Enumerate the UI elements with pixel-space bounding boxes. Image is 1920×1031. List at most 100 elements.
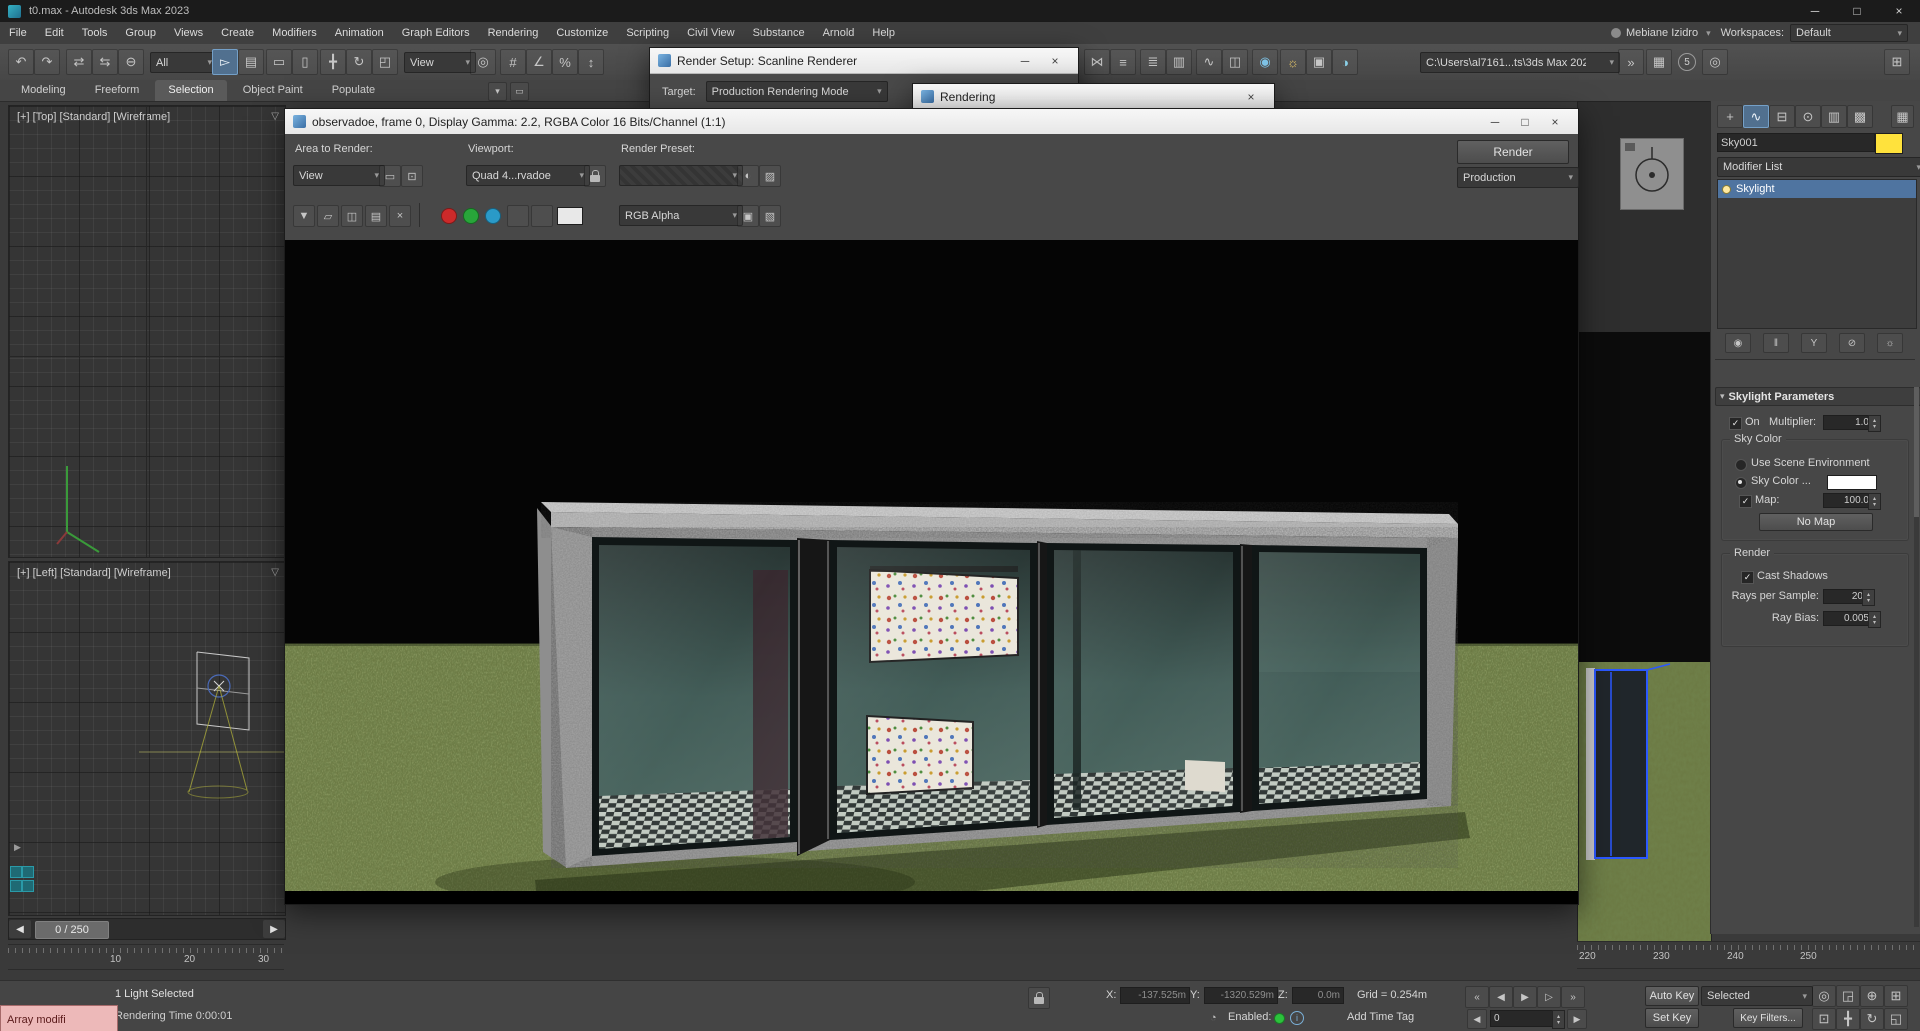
edit-region-icon[interactable]: ▭ xyxy=(379,165,401,187)
curve-editor-button[interactable]: ∿ xyxy=(1196,49,1222,75)
skylight-on-checkbox[interactable]: ✓ xyxy=(1729,417,1742,430)
select-and-rotate-button[interactable]: ↻ xyxy=(346,49,372,75)
zoom-icon[interactable]: ⊕ xyxy=(1860,985,1884,1007)
perspective-viewport-strip[interactable] xyxy=(1577,101,1712,943)
select-and-link-button[interactable]: ⇄ xyxy=(66,49,92,75)
project-path-dropdown[interactable]: C:\Users\al7161...ts\3ds Max 202 ▾ xyxy=(1420,52,1620,73)
align-button[interactable]: ≡ xyxy=(1110,49,1136,75)
rfw-minimize-button[interactable]: ─ xyxy=(1480,109,1510,134)
render-preset-dropdown[interactable]: ▾ xyxy=(619,165,743,186)
minimize-window-button[interactable]: ─ xyxy=(1794,0,1836,22)
viewport-dropdown[interactable]: Quad 4...rvadoe ▾ xyxy=(466,165,590,186)
track-bar-left[interactable]: 10 20 30 xyxy=(8,944,284,970)
object-name-field[interactable]: Sky001 xyxy=(1717,133,1875,152)
menu-edit[interactable]: Edit xyxy=(36,22,73,44)
menu-rendering[interactable]: Rendering xyxy=(479,22,548,44)
current-frame-spinner[interactable]: ▴ ▾ xyxy=(1552,1010,1565,1029)
unlink-selection-button[interactable]: ⇆ xyxy=(92,49,118,75)
rendering-dialog-title-bar[interactable]: Rendering × xyxy=(913,84,1274,110)
rfw-maximize-button[interactable]: □ xyxy=(1510,109,1540,134)
monochrome-toggle[interactable] xyxy=(531,205,553,227)
next-frame-button[interactable]: ▷ xyxy=(1537,986,1561,1008)
x-coordinate-field[interactable]: -137.525m xyxy=(1120,987,1190,1004)
use-center-button[interactable]: ◎ xyxy=(470,49,496,75)
use-scene-environment-radio[interactable] xyxy=(1735,459,1747,471)
display-tab-icon[interactable]: ▥ xyxy=(1821,105,1847,128)
lock-viewport-icon[interactable] xyxy=(584,165,606,187)
rays-per-sample-spinner[interactable]: ▴ ▾ xyxy=(1862,589,1875,606)
y-coordinate-field[interactable]: -1320.529m xyxy=(1204,987,1278,1004)
frame-back-button[interactable]: ◀ xyxy=(1467,1009,1487,1029)
auto-key-button[interactable]: Auto Key xyxy=(1645,986,1699,1006)
auto-region-icon[interactable]: ⊡ xyxy=(401,165,423,187)
color-swatch-save-icon[interactable]: ▣ xyxy=(737,205,759,227)
time-slider-handle[interactable]: 0 / 250 xyxy=(35,921,109,939)
rfw-close-button[interactable]: × xyxy=(1540,109,1570,134)
exposure-icon[interactable]: ▨ xyxy=(759,165,781,187)
clear-color-swatch[interactable] xyxy=(557,207,583,225)
viewport-top[interactable]: [+] [Top] [Standard] [Wireframe] ▽ xyxy=(8,105,286,558)
undo-button[interactable]: ↶ xyxy=(8,49,34,75)
show-end-result-icon[interactable]: ‖ xyxy=(1763,333,1789,353)
selection-filter-dropdown[interactable]: All ▾ xyxy=(150,52,218,73)
select-and-scale-button[interactable]: ◰ xyxy=(372,49,398,75)
orbit-icon[interactable]: ↻ xyxy=(1860,1008,1884,1030)
multiplier-field[interactable]: 1.0 xyxy=(1823,415,1873,430)
current-frame-field[interactable]: 0 xyxy=(1490,1010,1558,1027)
ray-bias-spinner[interactable]: ▴ ▾ xyxy=(1868,611,1881,628)
select-by-name-button[interactable]: ▤ xyxy=(238,49,264,75)
redo-button[interactable]: ↷ xyxy=(34,49,60,75)
environment-icon[interactable]: ◐ xyxy=(737,165,759,187)
key-filters-button[interactable]: Key Filters... xyxy=(1733,1008,1803,1028)
modifier-list-dropdown[interactable]: Modifier List ▾ xyxy=(1717,157,1920,177)
user-account-menu[interactable]: Mebiane Izidro xyxy=(1626,27,1698,39)
channel-display-dropdown[interactable]: RGB Alpha ▾ xyxy=(619,205,743,226)
percent-snap-toggle[interactable]: % xyxy=(552,49,578,75)
cast-shadows-checkbox[interactable]: ✓ xyxy=(1741,571,1754,584)
viewport-tab-flyout-icon[interactable]: ▶ xyxy=(14,842,21,853)
sky-color-swatch[interactable] xyxy=(1827,475,1877,490)
enabled-indicator[interactable] xyxy=(1274,1013,1285,1024)
ribbon-state-dropdown-icon[interactable]: ▾ xyxy=(488,82,507,101)
pan-icon[interactable]: ╋ xyxy=(1836,1008,1860,1030)
map-checkbox[interactable]: ✓ xyxy=(1739,495,1752,508)
select-object-button[interactable]: ▻ xyxy=(212,49,238,75)
layer-manager-button[interactable]: ≣ xyxy=(1140,49,1166,75)
info-icon[interactable]: i xyxy=(1290,1011,1304,1025)
ray-bias-field[interactable]: 0.005 xyxy=(1823,611,1873,626)
viewport-degradation-icon[interactable]: ▽ xyxy=(271,111,279,122)
close-rendering-button[interactable]: × xyxy=(1236,84,1266,109)
print-image-icon[interactable]: ▤ xyxy=(365,205,387,227)
motion-tab-icon[interactable]: ⊙ xyxy=(1795,105,1821,128)
skylight-parameters-rollout-header[interactable]: ▾ Skylight Parameters xyxy=(1715,387,1920,406)
alpha-channel-toggle[interactable] xyxy=(507,205,529,227)
modifier-stack[interactable]: Skylight xyxy=(1717,179,1917,329)
gamma-icon[interactable]: ▧ xyxy=(759,205,781,227)
time-slider-track[interactable]: 0 / 250 xyxy=(31,920,263,939)
viewport-left-label[interactable]: [+] [Left] [Standard] [Wireframe] xyxy=(17,567,171,579)
set-key-button[interactable]: Set Key xyxy=(1645,1008,1699,1028)
menu-create[interactable]: Create xyxy=(212,22,263,44)
frame-forward-button[interactable]: ▶ xyxy=(1567,1009,1587,1029)
time-slider-prev-button[interactable]: ◀ xyxy=(9,920,31,938)
ribbon-tab-freeform[interactable]: Freeform xyxy=(82,80,153,101)
clone-rfw-icon[interactable]: ◫ xyxy=(341,205,363,227)
previous-frame-button[interactable]: ◀ xyxy=(1489,986,1513,1008)
menu-help[interactable]: Help xyxy=(863,22,904,44)
modify-tab-icon[interactable]: ∿ xyxy=(1743,105,1769,128)
red-channel-toggle[interactable] xyxy=(441,208,457,224)
add-time-tag[interactable]: Add Time Tag xyxy=(1347,1011,1414,1023)
green-channel-toggle[interactable] xyxy=(463,208,479,224)
no-map-button[interactable]: No Map xyxy=(1759,513,1873,531)
object-color-swatch[interactable] xyxy=(1875,133,1903,154)
utilities-tab-icon[interactable]: ▩ xyxy=(1847,105,1873,128)
ribbon-pin-icon[interactable]: ▭ xyxy=(510,82,529,101)
isolate-toggle-button[interactable]: ◎ xyxy=(1702,49,1728,75)
menu-civil-view[interactable]: Civil View xyxy=(678,22,743,44)
remove-modifier-icon[interactable]: ⊘ xyxy=(1839,333,1865,353)
isolate-selection-icon[interactable]: ◎ xyxy=(1812,985,1836,1007)
rfw-title-bar[interactable]: observadoe, frame 0, Display Gamma: 2.2,… xyxy=(285,109,1578,135)
render-setup-button[interactable]: ☼ xyxy=(1280,49,1306,75)
select-and-move-button[interactable]: ╋ xyxy=(320,49,346,75)
go-to-start-button[interactable]: « xyxy=(1465,986,1489,1008)
